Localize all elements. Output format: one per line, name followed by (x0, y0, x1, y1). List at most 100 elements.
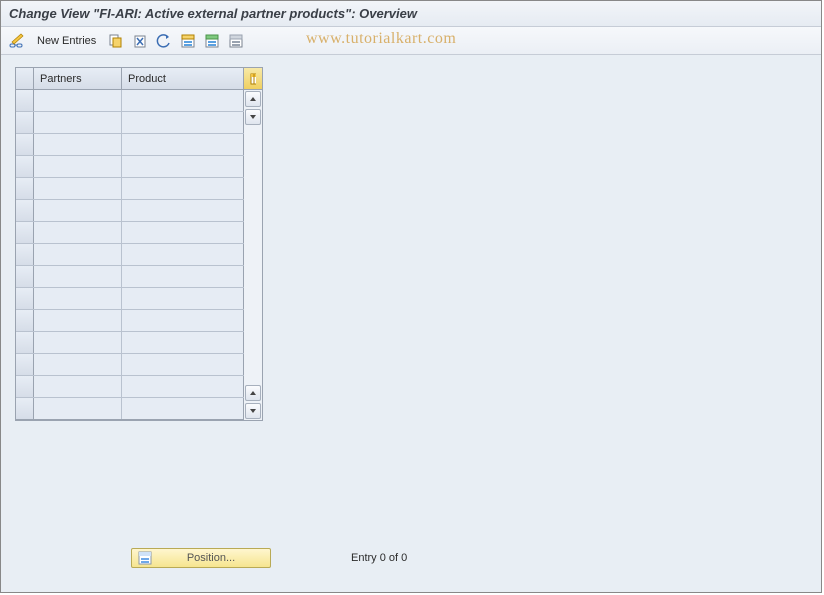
row-selector[interactable] (16, 310, 34, 331)
row-selector[interactable] (16, 112, 34, 133)
cell-product[interactable] (122, 178, 244, 199)
table-row (16, 200, 244, 222)
deselect-all-icon (228, 33, 244, 49)
chevron-down-icon (249, 407, 257, 415)
cell-product[interactable] (122, 288, 244, 309)
cell-product[interactable] (122, 332, 244, 353)
row-selector[interactable] (16, 200, 34, 221)
data-table: Partners Product (15, 67, 263, 421)
scroll-down-button[interactable] (245, 403, 261, 419)
cell-product[interactable] (122, 398, 244, 419)
table-row (16, 332, 244, 354)
cell-partners[interactable] (34, 112, 122, 133)
cell-partners[interactable] (34, 244, 122, 265)
select-block-icon (204, 33, 220, 49)
table-row (16, 266, 244, 288)
row-selector[interactable] (16, 332, 34, 353)
cell-partners[interactable] (34, 156, 122, 177)
copy-as-button[interactable] (106, 31, 126, 51)
row-selector[interactable] (16, 354, 34, 375)
cell-product[interactable] (122, 354, 244, 375)
scroll-track[interactable] (245, 126, 261, 384)
new-entries-label: New Entries (37, 35, 96, 47)
cell-product[interactable] (122, 134, 244, 155)
undo-button[interactable] (154, 31, 174, 51)
column-header-product[interactable]: Product (122, 68, 244, 89)
delete-button[interactable] (130, 31, 150, 51)
cell-product[interactable] (122, 244, 244, 265)
undo-icon (156, 33, 172, 49)
delete-icon (132, 33, 148, 49)
table-row (16, 398, 244, 420)
main-area: Partners Product (1, 57, 821, 592)
column-header-partners[interactable]: Partners (34, 68, 122, 89)
toolbar: New Entries (1, 27, 821, 55)
row-selector[interactable] (16, 288, 34, 309)
cell-partners[interactable] (34, 376, 122, 397)
table-row (16, 310, 244, 332)
chevron-down-icon (249, 113, 257, 121)
cell-product[interactable] (122, 222, 244, 243)
copy-icon (108, 33, 124, 49)
cell-partners[interactable] (34, 178, 122, 199)
table-settings-icon (250, 73, 256, 85)
cell-partners[interactable] (34, 398, 122, 419)
select-all-icon (180, 33, 196, 49)
cell-partners[interactable] (34, 200, 122, 221)
cell-product[interactable] (122, 90, 244, 111)
table-row (16, 288, 244, 310)
table-settings-button[interactable] (244, 68, 262, 89)
position-icon (138, 551, 152, 565)
cell-product[interactable] (122, 112, 244, 133)
new-entries-button[interactable]: New Entries (31, 31, 102, 51)
select-block-button[interactable] (202, 31, 222, 51)
chevron-up-icon (249, 389, 257, 397)
table-row (16, 134, 244, 156)
table-row (16, 376, 244, 398)
row-selector[interactable] (16, 244, 34, 265)
table-row (16, 90, 244, 112)
table-row (16, 156, 244, 178)
row-selector[interactable] (16, 398, 34, 419)
cell-partners[interactable] (34, 222, 122, 243)
title-bar: Change View "FI-ARI: Active external par… (1, 1, 821, 27)
position-label: Position... (158, 552, 264, 564)
row-selector[interactable] (16, 266, 34, 287)
cell-partners[interactable] (34, 332, 122, 353)
scroll-up-button[interactable] (245, 91, 261, 107)
cell-product[interactable] (122, 376, 244, 397)
column-header-selector[interactable] (16, 68, 34, 89)
cell-product[interactable] (122, 310, 244, 331)
cell-partners[interactable] (34, 90, 122, 111)
cell-partners[interactable] (34, 288, 122, 309)
row-selector[interactable] (16, 222, 34, 243)
deselect-all-button[interactable] (226, 31, 246, 51)
select-all-button[interactable] (178, 31, 198, 51)
row-selector[interactable] (16, 376, 34, 397)
row-selector[interactable] (16, 134, 34, 155)
position-button[interactable]: Position... (131, 548, 271, 568)
cell-product[interactable] (122, 156, 244, 177)
cell-partners[interactable] (34, 354, 122, 375)
vertical-scrollbar[interactable] (244, 90, 262, 420)
app-frame: Change View "FI-ARI: Active external par… (0, 0, 822, 593)
chevron-up-icon (249, 95, 257, 103)
table-row (16, 112, 244, 134)
scroll-down-step-button[interactable] (245, 109, 261, 125)
table-rows (16, 90, 244, 420)
table-header: Partners Product (16, 68, 262, 90)
cell-product[interactable] (122, 266, 244, 287)
table-row (16, 222, 244, 244)
table-row (16, 354, 244, 376)
table-body (16, 90, 262, 420)
scroll-up-step-button[interactable] (245, 385, 261, 401)
row-selector[interactable] (16, 178, 34, 199)
cell-partners[interactable] (34, 266, 122, 287)
cell-product[interactable] (122, 200, 244, 221)
cell-partners[interactable] (34, 310, 122, 331)
cell-partners[interactable] (34, 134, 122, 155)
toggle-display-button[interactable] (7, 31, 27, 51)
row-selector[interactable] (16, 156, 34, 177)
table-row (16, 178, 244, 200)
row-selector[interactable] (16, 90, 34, 111)
